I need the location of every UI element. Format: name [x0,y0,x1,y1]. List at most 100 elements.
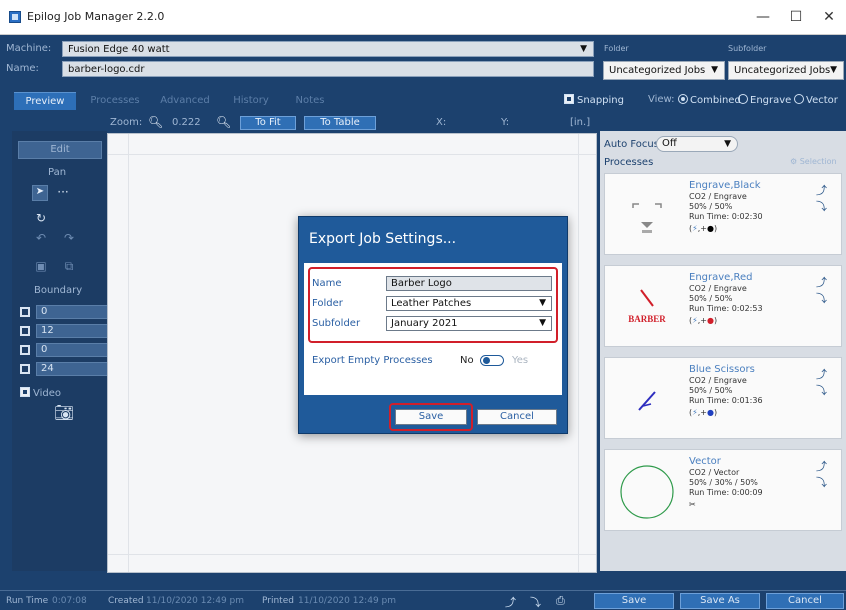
created-label: Created [108,596,144,606]
ungroup-icon[interactable]: ⧉ [60,259,78,274]
folder-label: Folder [604,44,629,53]
process-card[interactable]: Vector CO2 / Vector 50% / 30% / 50% Run … [604,449,842,531]
process-name: Engrave,Black [689,180,761,191]
dialog-name-input[interactable]: Barber Logo [386,276,552,291]
to-table-button[interactable]: To Table [304,116,376,130]
dialog-folder-select[interactable]: Leather Patches ▼ [386,296,552,311]
save-as-button[interactable]: Save As [680,593,760,609]
boundary-label: Boundary [34,285,83,296]
process-thumbnail: BARBER [617,278,677,336]
process-detail: 50% / 30% / 50% [689,478,758,487]
process-name: Blue Scissors [689,364,755,375]
export-icon[interactable]: ⤴ [816,458,827,474]
undo-icon[interactable]: ↶ [32,231,50,245]
maximize-button[interactable]: ☐ [781,7,811,27]
machine-select[interactable]: Fusion Edge 40 watt ▼ [62,41,594,57]
pan-label: Pan [48,167,67,178]
scissors-icon: ✂ [689,500,696,509]
processes-panel: Auto Focus Off ▼ Processes ⚙ Selection E… [600,131,846,571]
process-thumbnail [617,370,677,428]
process-detail: Run Time: 0:02:53 [689,304,763,313]
import-icon[interactable]: ⤵ [816,198,827,214]
app-logo-icon [9,11,21,23]
boundary-right-icon [20,326,30,336]
dialog-subfolder-select[interactable]: January 2021 ▼ [386,316,552,331]
dialog-subfolder-label: Subfolder [312,318,361,329]
x-label: X: [436,117,447,128]
subfolder-label: Subfolder [728,44,767,53]
export-icon[interactable]: ⤴ [816,366,827,382]
selection-toggle[interactable]: ⚙ Selection [790,157,837,166]
zoom-out-icon[interactable]: 🔍︎ [148,115,163,129]
boundary-top-input[interactable]: 0 [36,343,108,357]
tab-notes[interactable]: Notes [286,92,334,110]
view-engrave-radio[interactable]: Engrave [738,94,791,106]
circle-vector-thumbnail-icon [620,465,674,519]
chevron-down-icon: ▼ [539,318,546,328]
pointer-icon[interactable]: ➤ [32,185,48,201]
process-thumbnail [617,462,677,520]
tab-processes[interactable]: Processes [82,92,148,110]
group-icon[interactable]: ▣ [32,259,50,273]
export-icon[interactable]: ⤴ [816,182,827,198]
process-name: Engrave,Red [689,272,753,283]
snapping-checkbox[interactable]: Snapping [564,94,624,106]
dialog-save-button[interactable]: Save [395,409,467,425]
boundary-right-input[interactable]: 12 [36,324,108,338]
process-card[interactable]: BARBER Engrave,Red CO2 / Engrave 50% / 5… [604,265,842,347]
process-detail: 50% / 50% [689,294,733,303]
pan-dots-icon[interactable]: ··· [54,185,72,199]
boundary-bottom-icon [20,364,30,374]
process-card[interactable]: Blue Scissors CO2 / Engrave 50% / 50% Ru… [604,357,842,439]
tab-preview[interactable]: Preview [14,92,76,110]
zoom-label: Zoom: [110,117,143,128]
barber-pole-thumbnail-icon [632,203,662,233]
boundary-left-input[interactable]: 0 [36,305,108,319]
cancel-button[interactable]: Cancel [766,593,844,609]
import-job-icon[interactable]: ⤵ [530,594,544,609]
tab-advanced[interactable]: Advanced [154,92,216,110]
process-thumbnail [617,186,677,244]
import-icon[interactable]: ⤵ [816,382,827,398]
export-empty-toggle[interactable] [480,355,504,366]
to-fit-button[interactable]: To Fit [240,116,296,130]
view-vector-radio[interactable]: Vector [794,94,838,106]
subfolder-select[interactable]: Uncategorized Jobs ▼ [728,61,844,80]
process-card[interactable]: Engrave,Black CO2 / Engrave 50% / 50% Ru… [604,173,842,255]
dialog-subfolder-value: January 2021 [391,318,458,329]
combined-label: Combined [690,95,741,106]
process-detail: Run Time: 0:02:30 [689,212,763,221]
boundary-bottom-input[interactable]: 24 [36,362,108,376]
toggle-yes-label: Yes [512,355,529,366]
chevron-down-icon: ▼ [724,139,731,149]
job-name-input[interactable]: barber-logo.cdr [62,61,594,77]
process-detail: CO2 / Vector [689,468,740,477]
import-icon[interactable]: ⤵ [816,474,827,490]
edit-button[interactable]: Edit [18,141,102,159]
zoom-in-icon[interactable]: 🔍︎ [216,115,231,129]
close-button[interactable]: ✕ [814,7,844,27]
process-color-swatch: (⚡,+●) [689,224,718,233]
folder-select[interactable]: Uncategorized Jobs ▼ [603,61,725,80]
view-combined-radio[interactable]: Combined [678,94,741,106]
video-checkbox[interactable]: Video [20,387,61,399]
snapping-label: Snapping [577,95,624,106]
process-name: Vector [689,456,721,467]
camera-icon[interactable]: 📷︎ [52,403,76,422]
auto-focus-select[interactable]: Off ▼ [656,136,738,152]
tab-history[interactable]: History [222,92,280,110]
save-button[interactable]: Save [594,593,674,609]
import-icon[interactable]: ⤵ [816,290,827,306]
export-icon[interactable]: ⤴ [816,274,827,290]
print-icon[interactable]: ⎙ [556,594,570,607]
checkbox-icon [564,94,574,104]
title-bar: Epilog Job Manager 2.2.0 — ☐ ✕ [0,0,846,35]
process-detail: CO2 / Engrave [689,284,747,293]
redo-icon[interactable]: ↷ [60,231,78,245]
selection-label: Selection [799,157,837,166]
rotate-icon[interactable]: ↻ [32,211,50,225]
process-detail: CO2 / Engrave [689,192,747,201]
export-job-icon[interactable]: ⤴ [505,594,519,609]
dialog-cancel-button[interactable]: Cancel [477,409,557,425]
minimize-button[interactable]: — [748,7,778,27]
